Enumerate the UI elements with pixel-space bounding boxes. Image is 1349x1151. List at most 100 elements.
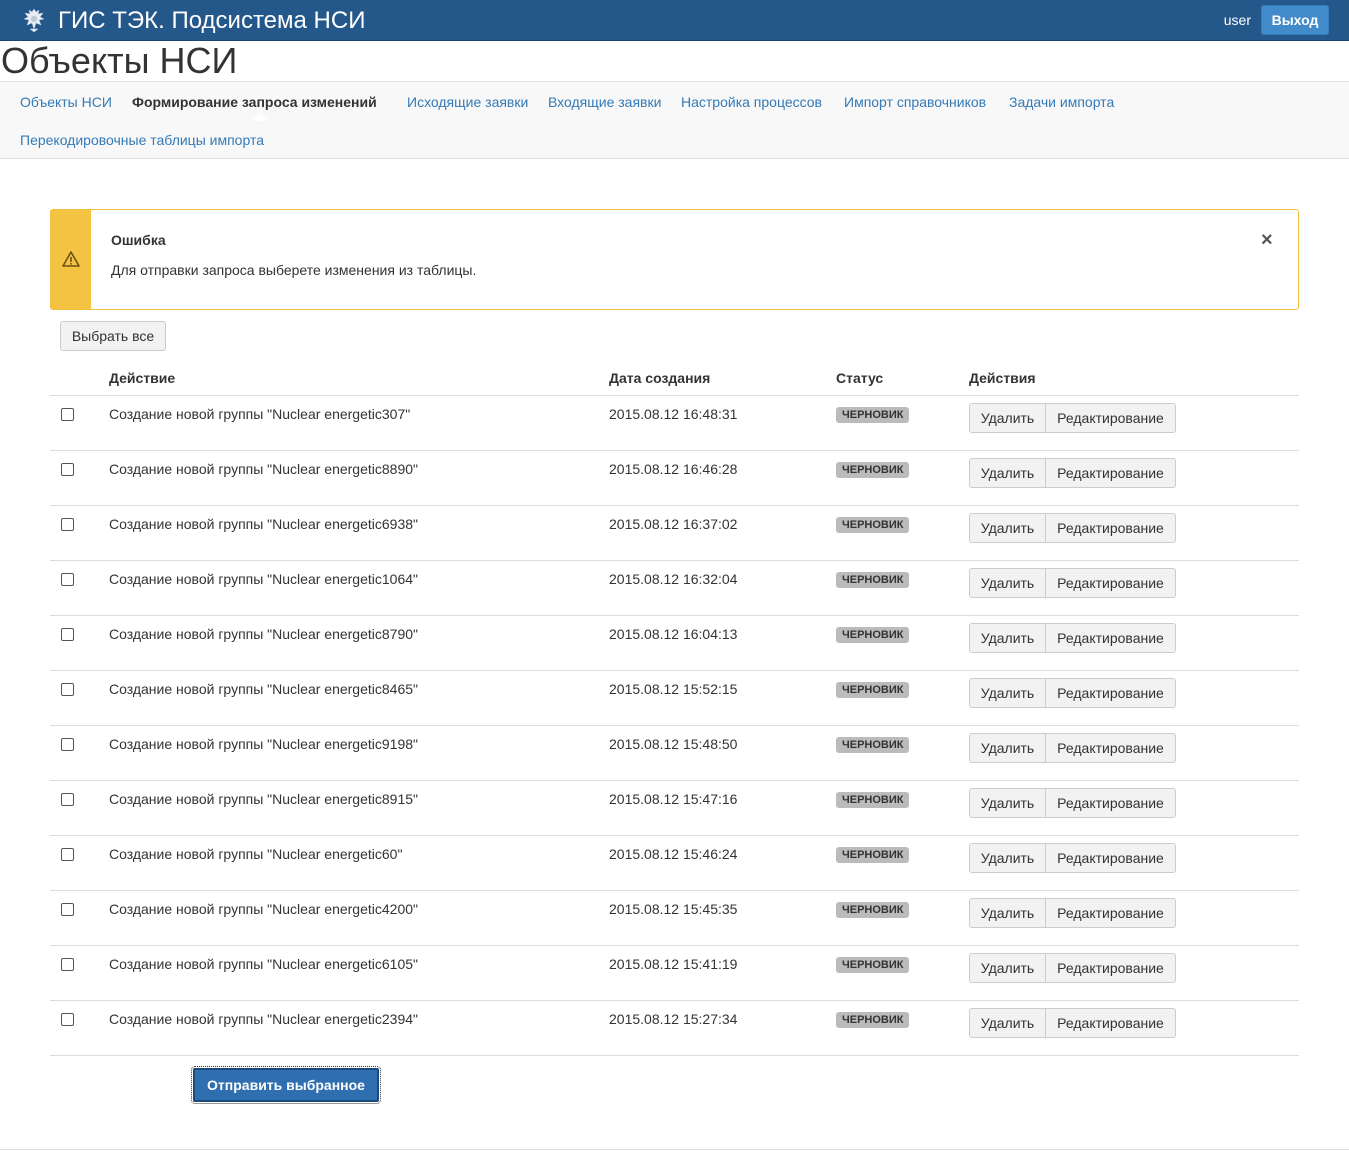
select-all-button[interactable]: Выбрать все xyxy=(60,321,166,351)
edit-button[interactable]: Редактирование xyxy=(1045,733,1176,763)
edit-button[interactable]: Редактирование xyxy=(1045,623,1176,653)
section-nav: Объекты НСИ Формирование запроса изменен… xyxy=(0,81,1349,159)
edit-button[interactable]: Редактирование xyxy=(1045,568,1176,598)
edit-button[interactable]: Редактирование xyxy=(1045,843,1176,873)
nav-item-import-dictionaries[interactable]: Импорт справочников xyxy=(844,93,986,111)
row-checkbox[interactable] xyxy=(61,738,74,751)
row-checkbox[interactable] xyxy=(61,408,74,421)
row-created-date: 2015.08.12 16:46:28 xyxy=(609,461,738,477)
row-created-date: 2015.08.12 16:37:02 xyxy=(609,516,738,532)
delete-button[interactable]: Удалить xyxy=(969,898,1046,928)
row-action-text: Создание новой группы "Nuclear energetic… xyxy=(109,516,418,532)
status-badge: ЧЕРНОВИК xyxy=(836,957,910,973)
delete-button[interactable]: Удалить xyxy=(969,1008,1046,1038)
alert-title: Ошибка xyxy=(111,232,166,248)
status-badge: ЧЕРНОВИК xyxy=(836,737,910,753)
column-header-date: Дата создания xyxy=(609,370,711,386)
footer-divider xyxy=(0,1149,1349,1150)
nav-item-nsi-objects[interactable]: Объекты НСИ xyxy=(20,93,112,111)
edit-button[interactable]: Редактирование xyxy=(1045,1008,1176,1038)
nav-item-process-settings[interactable]: Настройка процессов xyxy=(681,93,822,111)
status-badge: ЧЕРНОВИК xyxy=(836,517,910,533)
edit-button[interactable]: Редактирование xyxy=(1045,953,1176,983)
row-created-date: 2015.08.12 15:45:35 xyxy=(609,901,738,917)
row-checkbox[interactable] xyxy=(61,903,74,916)
active-tab-caret xyxy=(252,113,268,121)
row-checkbox[interactable] xyxy=(61,848,74,861)
status-badge: ЧЕРНОВИК xyxy=(836,682,910,698)
row-created-date: 2015.08.12 16:48:31 xyxy=(609,406,738,422)
row-checkbox[interactable] xyxy=(61,518,74,531)
table-row: Создание новой группы "Nuclear energetic… xyxy=(50,781,1299,836)
row-created-date: 2015.08.12 15:52:15 xyxy=(609,681,738,697)
row-action-text: Создание новой группы "Nuclear energetic… xyxy=(109,901,418,917)
table-row: Создание новой группы "Nuclear energetic… xyxy=(50,836,1299,891)
nav-item-recoding-tables[interactable]: Перекодировочные таблицы импорта xyxy=(20,131,264,149)
table-row: Создание новой группы "Nuclear energetic… xyxy=(50,561,1299,616)
row-created-date: 2015.08.12 15:41:19 xyxy=(609,956,738,972)
column-header-actions: Действия xyxy=(969,370,1036,386)
row-checkbox[interactable] xyxy=(61,628,74,641)
row-created-date: 2015.08.12 16:32:04 xyxy=(609,571,738,587)
delete-button[interactable]: Удалить xyxy=(969,568,1046,598)
edit-button[interactable]: Редактирование xyxy=(1045,898,1176,928)
logout-button[interactable]: Выход xyxy=(1261,5,1329,35)
nav-item-incoming-requests[interactable]: Входящие заявки xyxy=(548,93,661,111)
warning-icon xyxy=(62,251,80,267)
table-header: Действие Дата создания Статус Действия xyxy=(50,361,1299,396)
delete-button[interactable]: Удалить xyxy=(969,458,1046,488)
row-checkbox[interactable] xyxy=(61,463,74,476)
row-action-text: Создание новой группы "Nuclear energetic… xyxy=(109,1011,418,1027)
top-navbar: ГИС ТЭК. Подсистема НСИ user Выход xyxy=(0,0,1349,41)
row-created-date: 2015.08.12 15:46:24 xyxy=(609,846,738,862)
row-checkbox[interactable] xyxy=(61,958,74,971)
row-checkbox[interactable] xyxy=(61,573,74,586)
delete-button[interactable]: Удалить xyxy=(969,623,1046,653)
edit-button[interactable]: Редактирование xyxy=(1045,403,1176,433)
page-title: Объекты НСИ xyxy=(1,40,238,81)
delete-button[interactable]: Удалить xyxy=(969,403,1046,433)
table-row: Создание новой группы "Nuclear energetic… xyxy=(50,1001,1299,1056)
row-action-text: Создание новой группы "Nuclear energetic… xyxy=(109,406,411,422)
status-badge: ЧЕРНОВИК xyxy=(836,902,910,918)
table-row: Создание новой группы "Nuclear energetic… xyxy=(50,451,1299,506)
status-badge: ЧЕРНОВИК xyxy=(836,1012,910,1028)
delete-button[interactable]: Удалить xyxy=(969,843,1046,873)
delete-button[interactable]: Удалить xyxy=(969,953,1046,983)
status-badge: ЧЕРНОВИК xyxy=(836,462,910,478)
row-action-text: Создание новой группы "Nuclear energetic… xyxy=(109,681,418,697)
submit-selected-button[interactable]: Отправить выбранное xyxy=(191,1066,381,1104)
alert-message: Для отправки запроса выберете изменения … xyxy=(111,262,477,278)
row-action-text: Создание новой группы "Nuclear energetic… xyxy=(109,791,418,807)
edit-button[interactable]: Редактирование xyxy=(1045,678,1176,708)
delete-button[interactable]: Удалить xyxy=(969,513,1046,543)
nav-item-outgoing-requests[interactable]: Исходящие заявки xyxy=(407,93,528,111)
coat-of-arms-icon xyxy=(23,8,45,33)
nav-item-change-request[interactable]: Формирование запроса изменений xyxy=(132,93,377,111)
current-user: user xyxy=(1223,12,1251,28)
edit-button[interactable]: Редактирование xyxy=(1045,788,1176,818)
nav-item-import-tasks[interactable]: Задачи импорта xyxy=(1009,93,1114,111)
row-action-text: Создание новой группы "Nuclear energetic… xyxy=(109,626,418,642)
row-action-text: Создание новой группы "Nuclear energetic… xyxy=(109,846,403,862)
close-icon[interactable]: × xyxy=(1261,230,1273,250)
status-badge: ЧЕРНОВИК xyxy=(836,792,910,808)
row-action-text: Создание новой группы "Nuclear energetic… xyxy=(109,461,418,477)
table-row: Создание новой группы "Nuclear energetic… xyxy=(50,616,1299,671)
row-checkbox[interactable] xyxy=(61,793,74,806)
alert-accent-bar xyxy=(51,210,91,309)
table-row: Создание новой группы "Nuclear energetic… xyxy=(50,671,1299,726)
row-checkbox[interactable] xyxy=(61,683,74,696)
delete-button[interactable]: Удалить xyxy=(969,678,1046,708)
row-checkbox[interactable] xyxy=(61,1013,74,1026)
delete-button[interactable]: Удалить xyxy=(969,788,1046,818)
row-action-text: Создание новой группы "Nuclear energetic… xyxy=(109,571,418,587)
row-action-text: Создание новой группы "Nuclear energetic… xyxy=(109,736,418,752)
delete-button[interactable]: Удалить xyxy=(969,733,1046,763)
row-created-date: 2015.08.12 15:47:16 xyxy=(609,791,738,807)
edit-button[interactable]: Редактирование xyxy=(1045,513,1176,543)
table-row: Создание новой группы "Nuclear energetic… xyxy=(50,396,1299,451)
error-alert: Ошибка Для отправки запроса выберете изм… xyxy=(50,209,1299,310)
edit-button[interactable]: Редактирование xyxy=(1045,458,1176,488)
table-row: Создание новой группы "Nuclear energetic… xyxy=(50,946,1299,1001)
